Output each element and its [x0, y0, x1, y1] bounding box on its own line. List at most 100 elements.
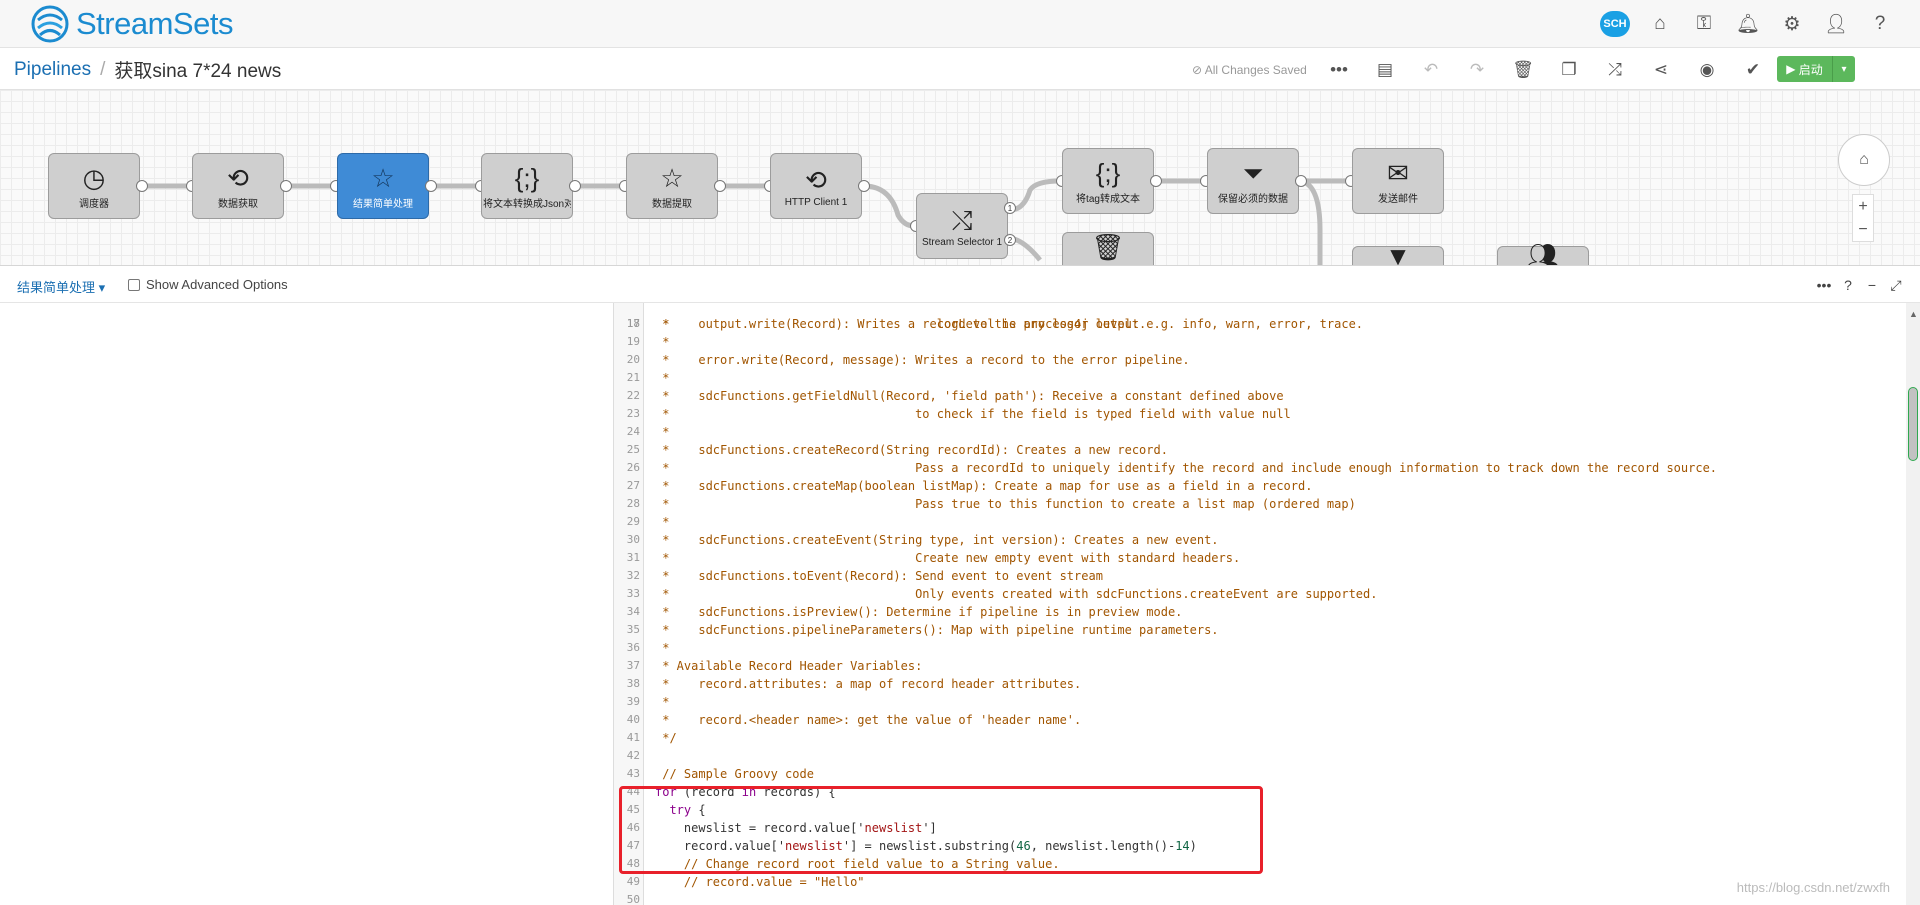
code-line: 38 * record.attributes: a map of record … [614, 675, 1906, 693]
stage-stream-selector-1[interactable]: ⤭ Stream Selector 1 [916, 193, 1008, 259]
code-line: 27 * sdcFunctions.createMap(boolean list… [614, 477, 1906, 495]
code-line: 23 * to check if the field is typed fiel… [614, 405, 1906, 423]
show-advanced-options[interactable]: Show Advanced Options [128, 277, 288, 292]
canvas-pan-control[interactable]: ⌂ [1838, 134, 1890, 186]
output-port[interactable] [714, 180, 726, 192]
line-number: 32 [626, 569, 640, 582]
clock-icon: ◷ [82, 162, 106, 193]
stage-trash[interactable]: 🗑︎ [1062, 232, 1154, 265]
stream-selector-icon: ⤭ [951, 204, 973, 235]
undo-icon[interactable]: ↶ [1408, 58, 1454, 82]
annotation-highlight-box [619, 786, 1263, 874]
start-button[interactable]: ▶ 启动 [1777, 56, 1833, 82]
http-client-icon: ⟲ [805, 164, 827, 195]
stage-partial[interactable]: 👥︎ [1497, 241, 1589, 265]
stage-data-fetch[interactable]: ⟲ 数据获取 [192, 153, 284, 219]
code-line: 36 * [614, 639, 1906, 657]
code-line: 49 // record.value = "Hello" [614, 873, 1906, 891]
line-number: 28 [626, 497, 640, 510]
scroll-up-arrow[interactable]: ▲ [1909, 309, 1918, 319]
pipeline-canvas[interactable]: ◷ 调度器 ⟲ 数据获取 ☆ 结果简单处理 {;} 将文本转换成Json对象 ☆… [0, 90, 1920, 266]
code-text: * [655, 695, 670, 709]
delete-icon[interactable]: 🗑︎ [1500, 58, 1546, 82]
stage-label: 结果简单处理 [353, 198, 413, 210]
line-number: 42 [626, 749, 640, 762]
breadcrumb-pipelines-link[interactable]: Pipelines [14, 59, 91, 81]
output-port-1[interactable]: 1 [1004, 202, 1016, 214]
package-icon[interactable]: ⚿ [1682, 8, 1726, 40]
maximize-icon[interactable]: ⤢ [1884, 275, 1908, 295]
zoom-out-button[interactable]: − [1858, 221, 1867, 239]
stage-send-email[interactable]: ✉ 发送邮件 [1352, 148, 1444, 214]
http-client-icon: ⟲ [227, 162, 249, 193]
output-port[interactable] [425, 180, 437, 192]
line-number: 49 [626, 875, 640, 888]
output-port-2[interactable]: 2 [1004, 234, 1016, 246]
editor-scrollbar[interactable]: ▲ [1906, 303, 1920, 905]
share-icon[interactable]: ⋖ [1638, 58, 1684, 82]
stage-filter[interactable]: ⏷ 保留必须的数据 [1207, 148, 1299, 214]
code-text: * sdcFunctions.isPreview(): Determine if… [655, 605, 1183, 619]
scrollbar-thumb[interactable] [1908, 387, 1918, 461]
stage-result-process[interactable]: ☆ 结果简单处理 [337, 153, 429, 219]
validate-icon[interactable]: ✔ [1730, 58, 1776, 82]
stage-scheduler[interactable]: ◷ 调度器 [48, 153, 140, 219]
zoom-in-button[interactable]: + [1858, 198, 1867, 216]
check-circle-icon: ⊘ [1192, 63, 1203, 77]
shuffle-icon[interactable]: ⤮ [1592, 58, 1638, 82]
line-number: 38 [626, 677, 640, 690]
stage-http-client-1[interactable]: ⟲ HTTP Client 1 [770, 153, 862, 219]
code-line: 24 * [614, 423, 1906, 441]
more-options-icon[interactable]: ••• [1812, 275, 1836, 295]
output-port[interactable] [280, 180, 292, 192]
code-line: 21 * [614, 369, 1906, 387]
code-line: 28 * Pass true to this function to creat… [614, 495, 1906, 513]
output-port[interactable] [1295, 175, 1307, 187]
help-icon[interactable]: ? [1858, 8, 1902, 40]
line-number: 31 [626, 551, 640, 564]
home-icon: ⌂ [1859, 151, 1869, 168]
output-port[interactable] [1150, 175, 1162, 187]
line-number: 50 [626, 893, 640, 905]
code-line: 42 [614, 747, 1906, 765]
user-icon[interactable]: 👤︎ [1814, 8, 1858, 40]
bell-icon[interactable]: 🔔︎ [1726, 8, 1770, 40]
caret-down-icon: ▾ [98, 280, 106, 295]
streamsets-logo-icon [31, 5, 69, 43]
code-text: * sdcFunctions.toEvent(Record): Send eve… [655, 569, 1103, 583]
stage-data-extract[interactable]: ☆ 数据提取 [626, 153, 718, 219]
stage-label: 发送邮件 [1378, 193, 1418, 205]
output-port[interactable] [136, 180, 148, 192]
help-icon[interactable]: ? [1836, 275, 1860, 295]
start-dropdown-toggle[interactable]: ▾ [1833, 56, 1855, 82]
save-status: ⊘ All Changes Saved [1192, 63, 1307, 77]
gears-icon[interactable]: ⚙ [1770, 8, 1814, 40]
stage-config-header: 结果简单处理 ▾ Show Advanced Options ••• ? − ⤢ [0, 267, 1920, 303]
preview-eye-icon[interactable]: ◉ [1684, 58, 1730, 82]
breadcrumb: Pipelines / 获取sina 7*24 news [14, 56, 281, 83]
redo-icon[interactable]: ↷ [1454, 58, 1500, 82]
more-options-button[interactable]: ••• [1316, 58, 1362, 82]
line-number: 22 [626, 389, 640, 402]
line-number: 29 [626, 515, 640, 528]
watermark: https://blog.csdn.net/zwxfh [1736, 880, 1890, 895]
line-number: 35 [626, 623, 640, 636]
output-port[interactable] [858, 180, 870, 192]
stage-filter-2[interactable]: ▼ [1352, 241, 1444, 265]
code-line: 34 * sdcFunctions.isPreview(): Determine… [614, 603, 1906, 621]
minimize-icon[interactable]: − [1860, 275, 1884, 295]
document-icon[interactable]: ▤ [1362, 58, 1408, 82]
stage-tag-to-text[interactable]: {;} 将tag转成文本 [1062, 148, 1154, 214]
home-icon[interactable]: ⌂ [1638, 8, 1682, 40]
stage-dropdown[interactable]: 结果简单处理 ▾ [17, 277, 105, 296]
code-line: 37 * Available Record Header Variables: [614, 657, 1906, 675]
code-line: 33 * Only events created with sdcFunctio… [614, 585, 1906, 603]
duplicate-icon[interactable]: ❐ [1546, 58, 1592, 82]
stage-json-parser[interactable]: {;} 将文本转换成Json对象 [481, 153, 573, 219]
code-text: * sdcFunctions.createMap(boolean listMap… [655, 479, 1313, 493]
streamsets-logo[interactable]: StreamSets [30, 2, 233, 46]
code-line: 18 * output.write(Record): Writes a reco… [614, 315, 1906, 333]
sch-cloud-icon[interactable]: SCH [1600, 11, 1630, 37]
output-port[interactable] [569, 180, 581, 192]
advanced-options-checkbox[interactable] [128, 278, 140, 291]
